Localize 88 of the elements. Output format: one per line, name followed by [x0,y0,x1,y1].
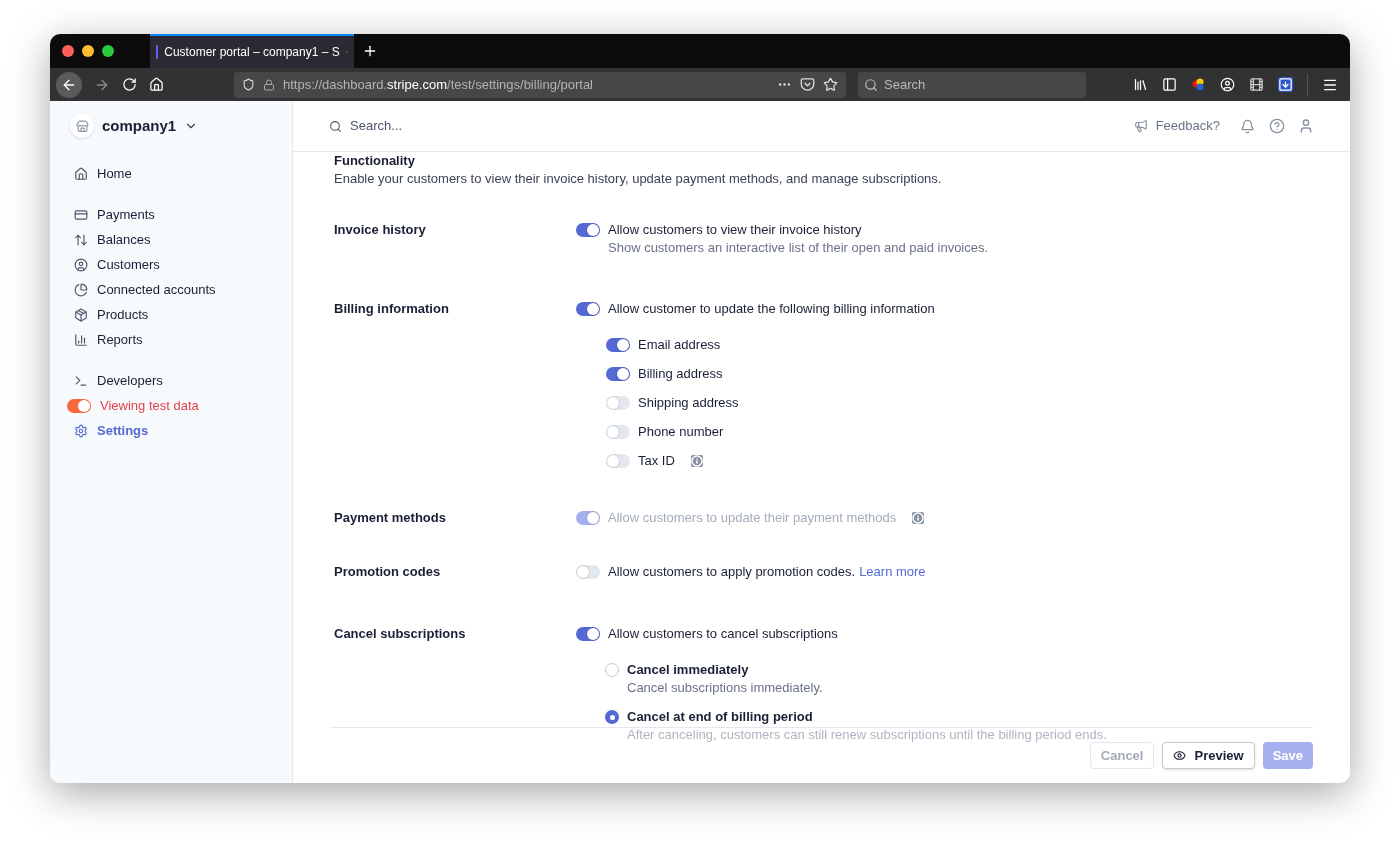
setting-label: Billing information [334,300,450,318]
help-icon[interactable] [1269,118,1285,134]
nav-icon [74,283,88,297]
sidebar-item[interactable]: Balances [70,231,151,249]
setting-label: Payment methods [334,509,447,527]
option-label: Billing address [638,365,723,383]
nav-icon [74,308,88,322]
radio-button[interactable] [605,710,619,724]
sidebar-item[interactable]: Viewing test data [70,397,199,415]
new-tab-icon[interactable] [362,43,378,59]
nav-icon [74,208,88,222]
setting-label: Invoice history [334,221,427,239]
sidebar-item[interactable]: Settings [70,422,149,440]
megaphone-icon [1133,119,1148,133]
toggle-switch[interactable] [576,627,600,641]
eye-icon [1173,749,1187,762]
sidebar-item[interactable]: Connected accounts [70,281,216,299]
tab-title: Customer portal – company1 – S [164,44,340,61]
address-bar[interactable]: https://dashboard.stripe.com/test/settings/billing/portal [234,71,846,98]
learn-more-link[interactable]: Learn more [859,563,926,581]
option-label: Cancel at end of billing period [627,708,813,726]
setting-text: Allow customers to view their invoice history [608,221,862,239]
setting-text: Allow customers to cancel subscriptions [608,625,838,643]
account-icon[interactable] [1220,77,1235,92]
library-icon[interactable] [1133,77,1148,92]
reload-icon[interactable] [122,77,137,92]
zoom-window-icon[interactable] [102,45,114,57]
color-dots-icon[interactable] [1191,77,1206,92]
download-icon[interactable] [1278,77,1293,92]
toggle-switch[interactable] [606,396,630,410]
minimize-window-icon[interactable] [82,45,94,57]
nav-icon [74,333,88,347]
home-icon[interactable] [149,77,164,92]
setting-text: Allow customers to apply promotion codes. [608,563,856,581]
option-description: After canceling, customers can still renew subscriptions until the billing period ends. [627,726,1107,742]
sidebar-item[interactable]: Payments [70,206,155,224]
toggle-switch[interactable] [576,565,600,579]
back-button[interactable] [56,71,82,98]
browser-search-field[interactable]: Search [858,71,1086,98]
setting-hint: Show customers an interactive list of their open and paid invoices. [608,239,989,257]
star-icon[interactable] [823,77,838,92]
store-icon [75,119,89,133]
search-icon [329,119,342,133]
sidebar-item[interactable]: Reports [70,331,143,349]
section-description: Enable your customers to view their invoice history, update payment methods, and manage subscriptions. [334,170,943,188]
close-window-icon[interactable] [62,45,74,57]
sidebar-item[interactable]: Products [70,306,149,324]
toggle-switch[interactable] [576,302,600,316]
browser-tab[interactable]: Customer portal – company1 – S [150,34,354,68]
setting-label: Cancel subscriptions [334,625,467,643]
toggle-switch[interactable] [606,367,630,381]
nav-icon [74,167,88,181]
search-icon [864,77,878,92]
radio-button[interactable] [605,663,619,677]
option-label: Shipping address [638,394,739,412]
option-label: Phone number [638,423,724,441]
section-title: Functionality [334,152,416,170]
sidebar-item[interactable]: Customers [70,256,160,274]
option-label: Email address [638,336,721,354]
sidebar-icon[interactable] [1162,77,1177,92]
toggle-switch[interactable] [576,223,600,237]
toggle-switch[interactable] [606,338,630,352]
nav-icon [74,424,88,438]
lock-icon [263,78,275,91]
sidebar-item[interactable]: Home [70,165,132,183]
option-description: Cancel subscriptions immediately. [627,679,824,697]
option-label: Tax ID [638,452,675,470]
shield-icon[interactable] [242,78,255,91]
nav-icon [74,233,88,247]
bell-icon[interactable] [1240,118,1255,134]
info-icon[interactable] [690,455,703,467]
sidebar-item[interactable]: Developers [70,372,163,390]
toggle-switch[interactable] [606,425,630,439]
setting-text: Allow customer to update the following billing information [608,300,935,318]
film-reel-icon[interactable] [1249,77,1264,92]
pocket-icon[interactable] [800,77,815,92]
toggle-switch[interactable] [606,454,630,468]
secondary-button[interactable]: Preview [1162,742,1255,769]
account-switcher[interactable]: company1 [70,113,199,139]
setting-label: Promotion codes [334,563,442,581]
option-label: Cancel immediately [627,661,749,679]
nav-icon [74,374,88,388]
user-icon[interactable] [1298,118,1314,134]
setting-text: Allow customers to update their payment methods [608,509,897,527]
search-field[interactable]: Search... [329,116,629,136]
url-text: https://dashboard.stripe.com/test/settings/billing/portal [283,75,594,94]
feedback-button[interactable]: Feedback? [1133,116,1220,136]
nav-icon [74,258,88,272]
